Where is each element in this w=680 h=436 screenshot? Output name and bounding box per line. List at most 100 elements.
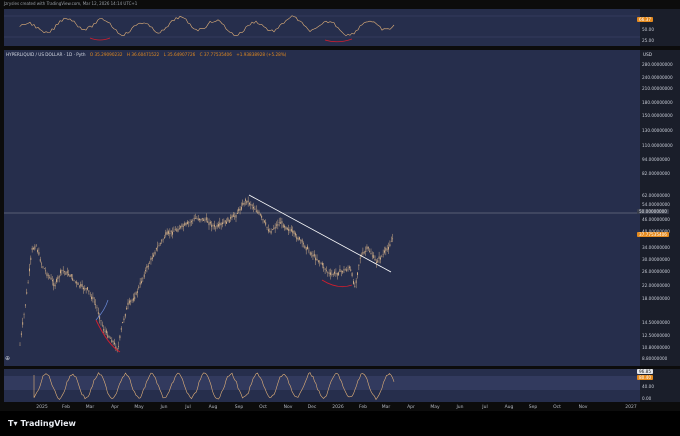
candle-body: [100, 320, 102, 321]
time-axis-label[interactable]: Nov: [284, 405, 293, 410]
time-axis-label[interactable]: Sep: [529, 405, 537, 410]
candle-body: [103, 329, 105, 331]
time-axis-label[interactable]: May: [134, 405, 143, 410]
legend-symbol: HYPERLIQUID / US DOLLAR · 1D · Pyth: [6, 52, 86, 57]
candle-body: [262, 219, 264, 221]
chart-drawing: ⊕: [4, 15, 640, 401]
candle-body: [381, 255, 383, 257]
candle-body: [231, 215, 233, 218]
candle-body: [155, 247, 157, 250]
symbol-legend[interactable]: HYPERLIQUID / US DOLLAR · 1D · Pyth O 35…: [6, 52, 289, 57]
candle-body: [265, 222, 267, 225]
candle-body: [253, 206, 254, 209]
candle-body: [288, 228, 290, 231]
candle-body: [157, 246, 159, 248]
candle-body: [238, 208, 240, 211]
chart-window: Jzrysles created with TradingView.com, M…: [0, 0, 680, 436]
candle-body: [320, 263, 322, 264]
candle-body: [132, 298, 134, 301]
currency-label[interactable]: USD: [643, 52, 652, 57]
time-axis-label[interactable]: Apr: [111, 405, 119, 410]
candle-body: [243, 202, 245, 205]
time-axis-label[interactable]: Dec: [308, 405, 317, 410]
time-axis-label[interactable]: Mar: [86, 405, 95, 410]
time-axis-label[interactable]: Nov: [579, 405, 588, 410]
candle-body: [216, 224, 218, 228]
candle-body: [137, 291, 138, 293]
candle-body: [259, 213, 261, 216]
candle-body: [323, 266, 325, 269]
time-axis-label[interactable]: Aug: [505, 405, 514, 410]
candle-body: [147, 265, 149, 267]
candle-body: [292, 230, 294, 233]
time-axis-label[interactable]: Oct: [553, 405, 561, 410]
candle-body: [154, 252, 156, 255]
candle-body: [331, 273, 333, 275]
time-axis-label[interactable]: Sep: [235, 405, 243, 410]
candle-body: [138, 286, 140, 288]
candle-body: [246, 200, 248, 204]
time-axis-label[interactable]: 2026: [332, 405, 343, 410]
time-axis-label[interactable]: Jul: [185, 405, 190, 410]
candle-body: [301, 239, 303, 243]
candle-body: [358, 264, 360, 266]
candle-body: [23, 314, 25, 315]
candle-body: [232, 214, 234, 217]
bottom-scale-tick: 0.00: [642, 396, 652, 401]
candle-body: [169, 233, 171, 235]
candle-body: [61, 269, 63, 271]
candle-body: [342, 270, 344, 273]
time-axis-label[interactable]: Jul: [482, 405, 487, 410]
candle-body: [235, 215, 237, 218]
candle-body: [118, 346, 119, 347]
candle-body: [203, 219, 205, 221]
legend-low: L 35.64907726: [163, 52, 196, 57]
candle-body: [47, 275, 49, 277]
candle-body: [285, 226, 287, 230]
candle-body: [84, 288, 86, 290]
candle-body: [272, 229, 273, 231]
candle-body: [234, 215, 236, 217]
candle-body: [128, 300, 130, 304]
candle-body: [307, 246, 308, 250]
bottom-badge-a: 96.85: [637, 369, 653, 374]
candle-body: [382, 254, 384, 255]
candle-body: [309, 252, 311, 255]
candle-body: [193, 217, 195, 220]
time-axis-label[interactable]: Feb: [359, 405, 367, 410]
candle-body: [319, 261, 321, 263]
time-axis-label[interactable]: May: [430, 405, 439, 410]
candle-body: [43, 268, 45, 270]
divergence-arc: [321, 279, 353, 288]
candle-body: [343, 269, 345, 271]
candle-body: [104, 330, 106, 332]
candle-body: [182, 226, 184, 227]
candle-body: [316, 259, 318, 261]
candle-body: [373, 255, 375, 258]
candle-body: [215, 227, 217, 229]
time-axis-label[interactable]: 2025: [36, 405, 47, 410]
candle-body: [282, 224, 284, 228]
candle-body: [300, 240, 302, 241]
price-tick-label: 30.00000000: [642, 257, 670, 262]
tradingview-logo[interactable]: T▾ TradingView: [8, 419, 76, 428]
price-tick-label: 62.00000000: [642, 193, 670, 198]
candle-body: [127, 302, 129, 305]
candle-body: [338, 272, 340, 276]
time-axis-label[interactable]: Oct: [259, 405, 267, 410]
time-axis-label[interactable]: Feb: [62, 405, 70, 410]
candle-body: [68, 274, 70, 276]
time-axis-label[interactable]: Aug: [209, 405, 218, 410]
legend-close: C 37.77535406: [199, 52, 232, 57]
candle-body: [304, 245, 306, 249]
candle-body: [24, 304, 26, 306]
candle-body: [191, 221, 192, 223]
time-axis-label[interactable]: Apr: [407, 405, 415, 410]
candle-body: [134, 296, 136, 300]
time-axis-label[interactable]: Mar: [382, 405, 391, 410]
time-axis-label[interactable]: Jun: [160, 405, 167, 410]
time-axis-label[interactable]: 2027: [625, 405, 636, 410]
candle-body: [180, 226, 182, 228]
time-axis-label[interactable]: Jun: [456, 405, 463, 410]
candle-body: [336, 272, 338, 276]
